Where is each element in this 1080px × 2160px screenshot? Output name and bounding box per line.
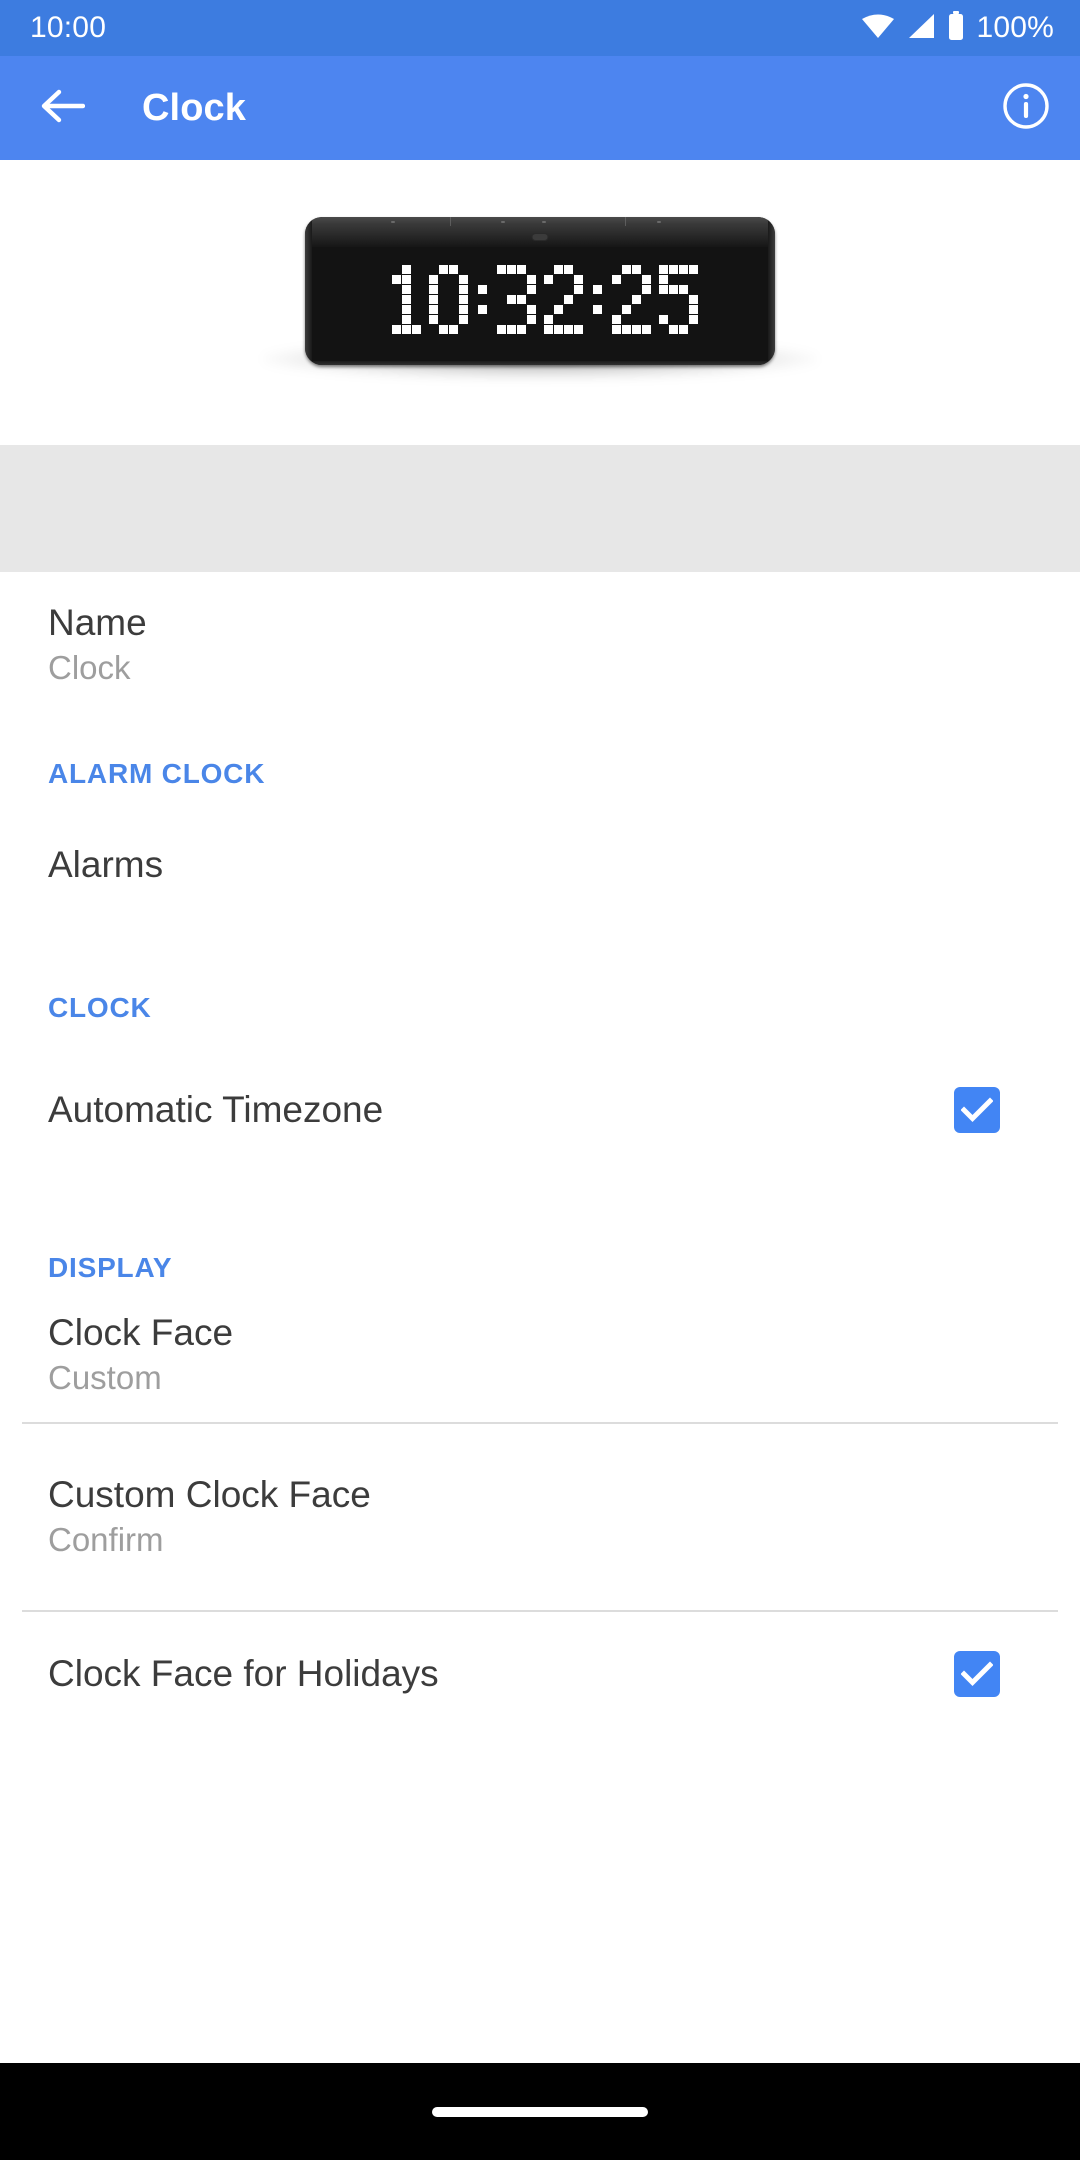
row-subtitle: Confirm: [48, 1521, 164, 1559]
device-seam: [450, 217, 451, 226]
device-wrapper: [263, 217, 817, 379]
device-bottom-edge: [305, 361, 775, 365]
device-dot: [542, 221, 546, 223]
device-top-bezel: [305, 217, 775, 247]
section-spacer: [0, 445, 1080, 572]
matrix-digit: [612, 265, 651, 334]
row-title: Clock Face: [48, 1312, 234, 1353]
device-hero-image: [0, 160, 1080, 445]
matrix-digit: [544, 265, 583, 334]
section-header-display: DISPLAY: [48, 1252, 173, 1283]
section-header-clock: CLOCK: [48, 992, 152, 1023]
back-button[interactable]: [34, 80, 90, 136]
checkbox-automatic-timezone[interactable]: [954, 1087, 1000, 1133]
row-title: Automatic Timezone: [48, 1088, 384, 1130]
phone-screen: 10:00 100% Clock Name Clock ALARM CLOCK …: [0, 0, 1080, 2160]
row-text-group: Clock Face for Holidays: [48, 1652, 439, 1694]
section-header-alarm-clock: ALARM CLOCK: [48, 758, 266, 789]
setting-row-name[interactable]: Name Clock: [0, 572, 1080, 706]
app-bar: Clock: [0, 56, 1080, 160]
info-button[interactable]: [998, 80, 1054, 136]
row-title: Name: [48, 602, 147, 643]
matrix-digit: [659, 265, 698, 334]
device-dot: [391, 221, 395, 223]
row-subtitle: Custom: [48, 1358, 162, 1396]
checkbox-clock-face-holidays[interactable]: [954, 1651, 1000, 1697]
status-icons: 100%: [861, 10, 1054, 46]
info-circle-icon: [1002, 82, 1050, 135]
matrix-digit: [382, 265, 421, 334]
setting-row-automatic-timezone[interactable]: Automatic Timezone: [0, 1036, 1080, 1184]
device-seam: [625, 217, 626, 226]
row-text-group: Custom Clock Face Confirm: [48, 1474, 371, 1559]
row-text-group: Name Clock: [48, 602, 147, 686]
setting-row-clock-face-holidays[interactable]: Clock Face for Holidays: [0, 1612, 1080, 1736]
settings-list: Name Clock ALARM CLOCK Alarms CLOCK Auto…: [0, 572, 1080, 2160]
gesture-home-handle[interactable]: [432, 2106, 648, 2117]
back-arrow-icon: [39, 86, 86, 131]
checkmark-icon: [961, 1661, 993, 1687]
row-subtitle: Clock: [48, 648, 131, 686]
battery-icon: [947, 10, 965, 46]
row-title: Alarms: [48, 843, 164, 885]
page-title: Clock: [142, 86, 246, 129]
dot-matrix-time-display: [305, 265, 775, 334]
matrix-digit: [429, 265, 468, 334]
device-dot: [657, 221, 661, 223]
row-title: Custom Clock Face: [48, 1474, 371, 1516]
setting-row-clock-face[interactable]: Clock Face Custom: [0, 1296, 1080, 1422]
cell-signal-icon: [906, 12, 936, 45]
device-dot: [501, 221, 505, 223]
row-text-group: Automatic Timezone: [48, 1088, 384, 1130]
status-clock: 10:00: [30, 11, 107, 44]
matrix-digit: [497, 265, 536, 334]
status-bar: 10:00 100%: [0, 0, 1080, 56]
clock-device: [305, 217, 775, 365]
setting-row-alarms[interactable]: Alarms: [0, 802, 1080, 928]
device-light-sensor: [531, 233, 549, 241]
gesture-nav-bar: [0, 2063, 1080, 2160]
matrix-colon: [478, 265, 487, 334]
matrix-colon: [593, 265, 602, 334]
row-text-group: Alarms: [48, 843, 164, 885]
setting-row-custom-clock-face[interactable]: Custom Clock Face Confirm: [0, 1424, 1080, 1610]
row-text-group: Clock Face Custom: [48, 1312, 234, 1396]
battery-percent-label: 100%: [976, 11, 1054, 44]
row-title: Clock Face for Holidays: [48, 1652, 439, 1694]
wifi-icon: [861, 12, 895, 45]
checkmark-icon: [961, 1097, 993, 1123]
